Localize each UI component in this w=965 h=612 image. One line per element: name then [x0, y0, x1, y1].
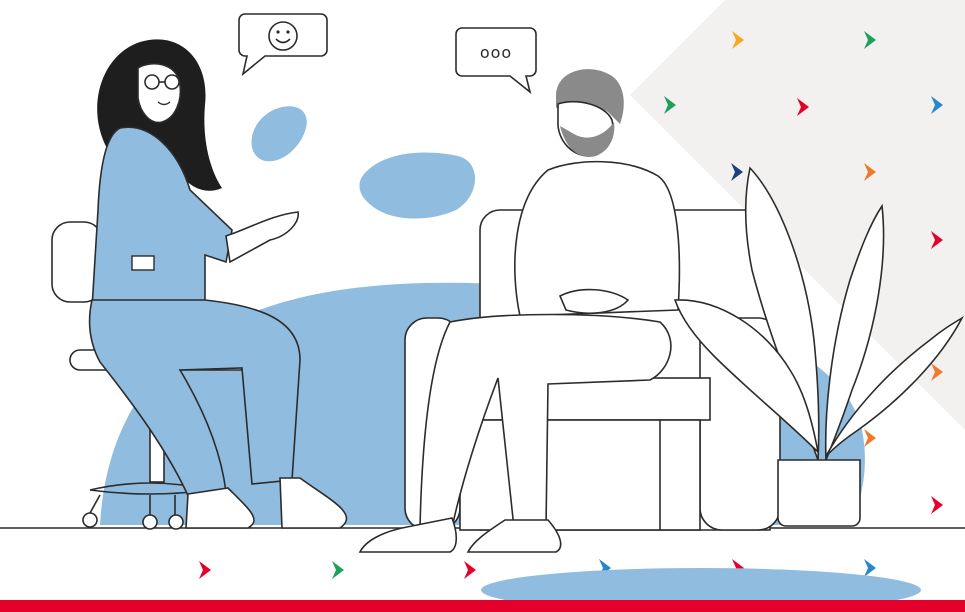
smiley-speech-bubble [238, 13, 328, 77]
accent-bar [0, 600, 965, 612]
chevron-right-icon [464, 561, 476, 579]
chevron-right-icon [864, 559, 876, 577]
plant-pot [777, 459, 861, 527]
chevron-right-icon [332, 561, 344, 579]
ellipsis-icon: ooo [480, 43, 512, 62]
therapy-session-illustration: ooo [0, 0, 965, 612]
name-badge-icon [131, 255, 155, 271]
blue-blob-medium [359, 152, 476, 219]
therapist-hand [225, 211, 299, 264]
chevron-right-icon [931, 496, 943, 514]
chevron-right-icon [864, 429, 876, 447]
blue-blob-small [251, 106, 307, 162]
therapist-face [137, 62, 182, 124]
chevron-right-icon [199, 561, 211, 579]
typing-speech-bubble: ooo [455, 27, 537, 95]
therapist-torso [91, 126, 233, 309]
